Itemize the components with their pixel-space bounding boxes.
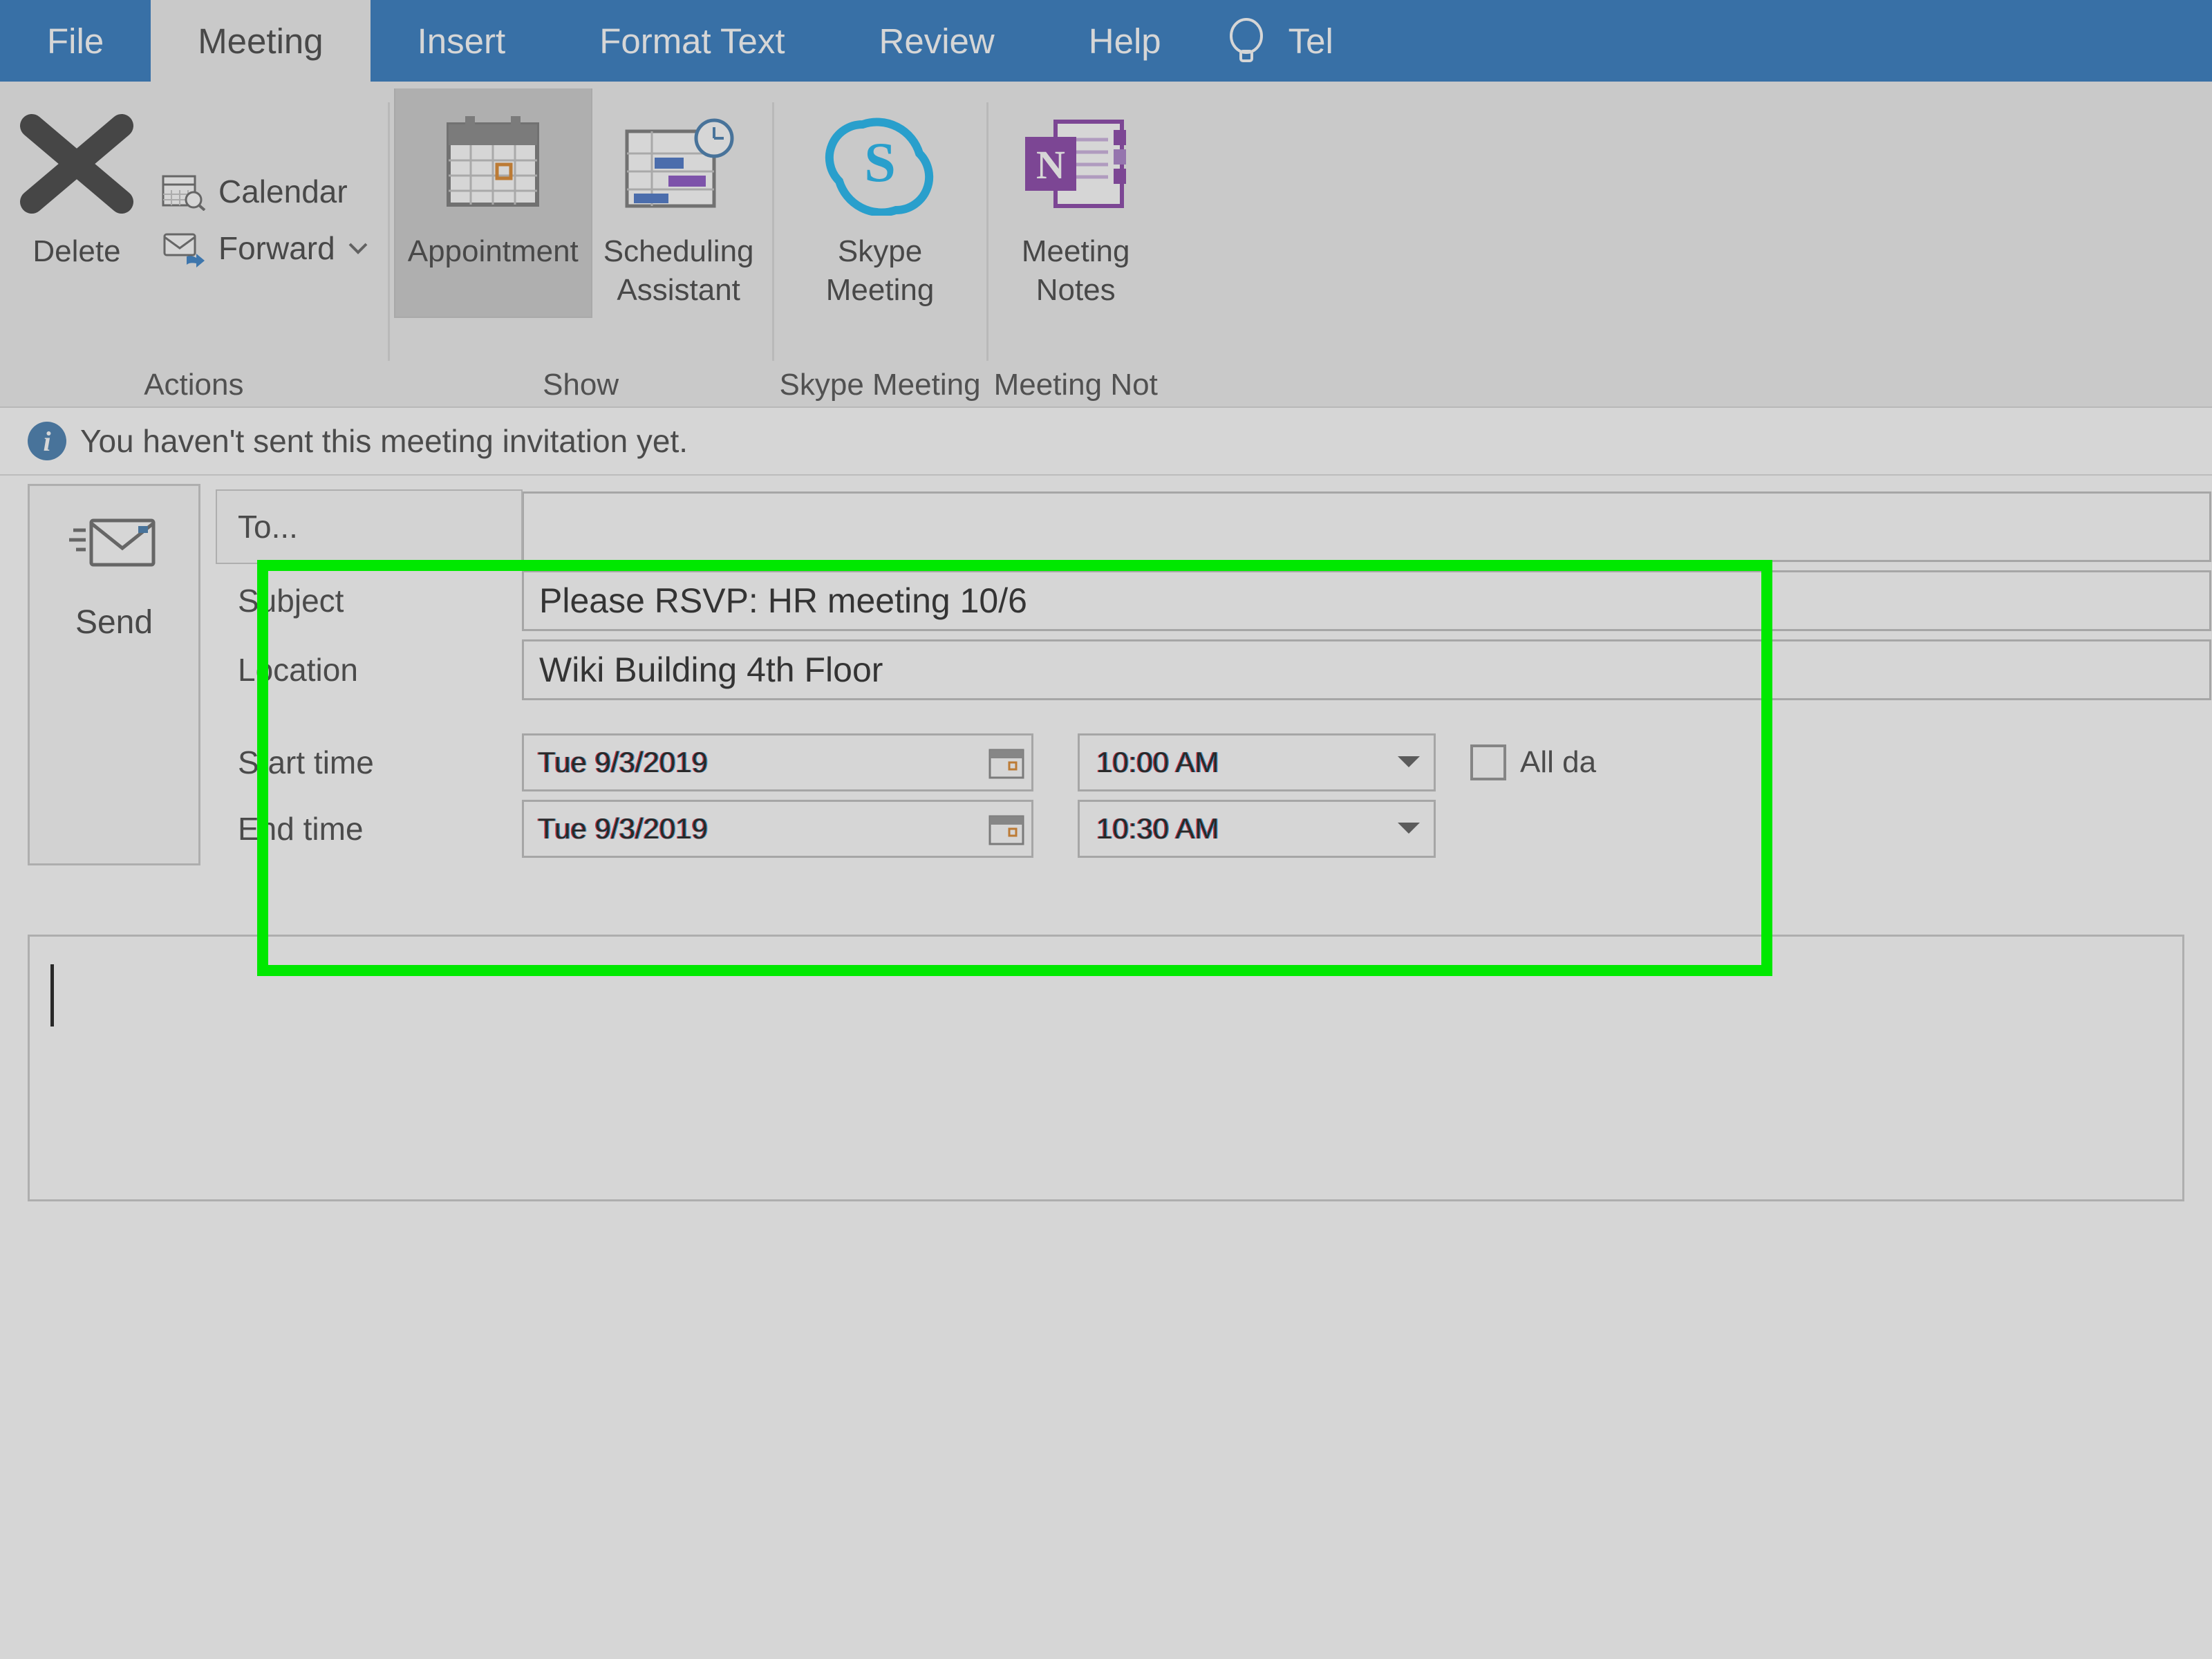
- end-date-value: Tue 9/3/2019: [538, 812, 708, 845]
- location-label: Location: [217, 639, 521, 701]
- calendar-label: Calendar: [218, 173, 348, 210]
- group-label-actions: Actions: [144, 368, 243, 402]
- calendar-search-icon: [162, 172, 206, 211]
- group-label-skype: Skype Meeting: [780, 368, 981, 402]
- group-label-notes: Meeting Not: [994, 368, 1158, 402]
- calendar-button[interactable]: Calendar: [155, 168, 375, 215]
- start-time-value: 10:00 AM: [1096, 746, 1219, 779]
- scheduling-assistant-icon: [620, 112, 738, 216]
- send-label: Send: [75, 603, 153, 641]
- to-input[interactable]: [522, 491, 2211, 562]
- chevron-down-icon: [1396, 821, 1421, 836]
- svg-text:N: N: [1036, 142, 1065, 187]
- all-day-label: All da: [1520, 745, 1596, 780]
- to-button[interactable]: To...: [217, 491, 521, 563]
- subject-label: Subject: [217, 570, 521, 632]
- skype-meeting-button[interactable]: S Skype Meeting: [812, 88, 948, 317]
- tell-me-lightbulb-icon[interactable]: [1208, 0, 1284, 82]
- skype-icon: S: [825, 112, 935, 216]
- info-text: You haven't sent this meeting invitation…: [80, 422, 688, 460]
- send-envelope-icon: [69, 514, 159, 576]
- send-button[interactable]: Send: [28, 484, 200, 865]
- all-day-checkbox[interactable]: All da: [1470, 744, 1596, 780]
- delete-button[interactable]: Delete: [6, 88, 148, 317]
- delete-x-icon: [18, 112, 135, 216]
- forward-envelope-icon: [162, 229, 206, 268]
- delete-label: Delete: [32, 232, 120, 271]
- calendar-appointment-icon: [438, 112, 548, 216]
- meeting-notes-button[interactable]: N Meeting Notes: [1004, 88, 1147, 317]
- start-time-label: Start time: [217, 733, 521, 792]
- scheduling-assistant-label-1: Scheduling: [603, 232, 754, 271]
- end-date-input[interactable]: Tue 9/3/2019: [522, 800, 1033, 858]
- forward-label: Forward: [218, 229, 335, 267]
- chevron-down-icon: [1396, 755, 1421, 770]
- end-time-label: End time: [217, 799, 521, 859]
- ribbon-group-skype: S Skype Meeting Skype Meeting: [774, 88, 986, 402]
- start-date-value: Tue 9/3/2019: [538, 746, 708, 779]
- scheduling-assistant-button[interactable]: Scheduling Assistant: [591, 88, 767, 317]
- tab-tell-me[interactable]: Tel: [1284, 0, 1380, 82]
- skype-label-2: Meeting: [826, 271, 935, 310]
- appointment-button[interactable]: Appointment: [395, 88, 591, 317]
- ribbon-group-show: Appointment Scheduling Assistant Show: [390, 88, 772, 402]
- tab-insert[interactable]: Insert: [371, 0, 553, 82]
- calendar-picker-icon[interactable]: [988, 746, 1024, 779]
- notes-label-2: Notes: [1022, 271, 1130, 310]
- checkbox-box: [1470, 744, 1506, 780]
- forward-button[interactable]: Forward: [155, 225, 375, 272]
- tab-help[interactable]: Help: [1042, 0, 1208, 82]
- ribbon-group-notes: N Meeting Notes Meeting Not: [988, 88, 1163, 402]
- scheduling-assistant-label-2: Assistant: [603, 271, 754, 310]
- info-icon: i: [28, 422, 66, 460]
- info-bar: i You haven't sent this meeting invitati…: [0, 408, 2212, 476]
- chevron-down-icon: [348, 241, 368, 255]
- start-time-input[interactable]: 10:00 AM: [1078, 733, 1436, 791]
- onenote-icon: N: [1017, 112, 1134, 216]
- skype-label-1: Skype: [826, 232, 935, 271]
- ribbon: Delete Calendar Forward Actions: [0, 82, 2212, 408]
- subject-input[interactable]: Please RSVP: HR meeting 10/6: [522, 570, 2211, 631]
- start-date-input[interactable]: Tue 9/3/2019: [522, 733, 1033, 791]
- message-body-input[interactable]: [28, 935, 2184, 1201]
- location-input[interactable]: Wiki Building 4th Floor: [522, 639, 2211, 700]
- ribbon-group-actions: Delete Calendar Forward Actions: [0, 88, 388, 402]
- meeting-form: Send To... Subject Please RSVP: HR meeti…: [0, 476, 2212, 865]
- notes-label-1: Meeting: [1022, 232, 1130, 271]
- end-time-value: 10:30 AM: [1096, 812, 1219, 845]
- text-cursor: [50, 964, 54, 1027]
- appointment-label: Appointment: [408, 232, 579, 271]
- end-time-input[interactable]: 10:30 AM: [1078, 800, 1436, 858]
- group-label-show: Show: [543, 368, 619, 402]
- tab-strip: File Meeting Insert Format Text Review H…: [0, 0, 2212, 82]
- tab-file[interactable]: File: [0, 0, 151, 82]
- svg-text:S: S: [864, 131, 896, 194]
- tab-review[interactable]: Review: [832, 0, 1042, 82]
- calendar-picker-icon[interactable]: [988, 812, 1024, 845]
- tab-format-text[interactable]: Format Text: [552, 0, 832, 82]
- tab-meeting[interactable]: Meeting: [151, 0, 370, 82]
